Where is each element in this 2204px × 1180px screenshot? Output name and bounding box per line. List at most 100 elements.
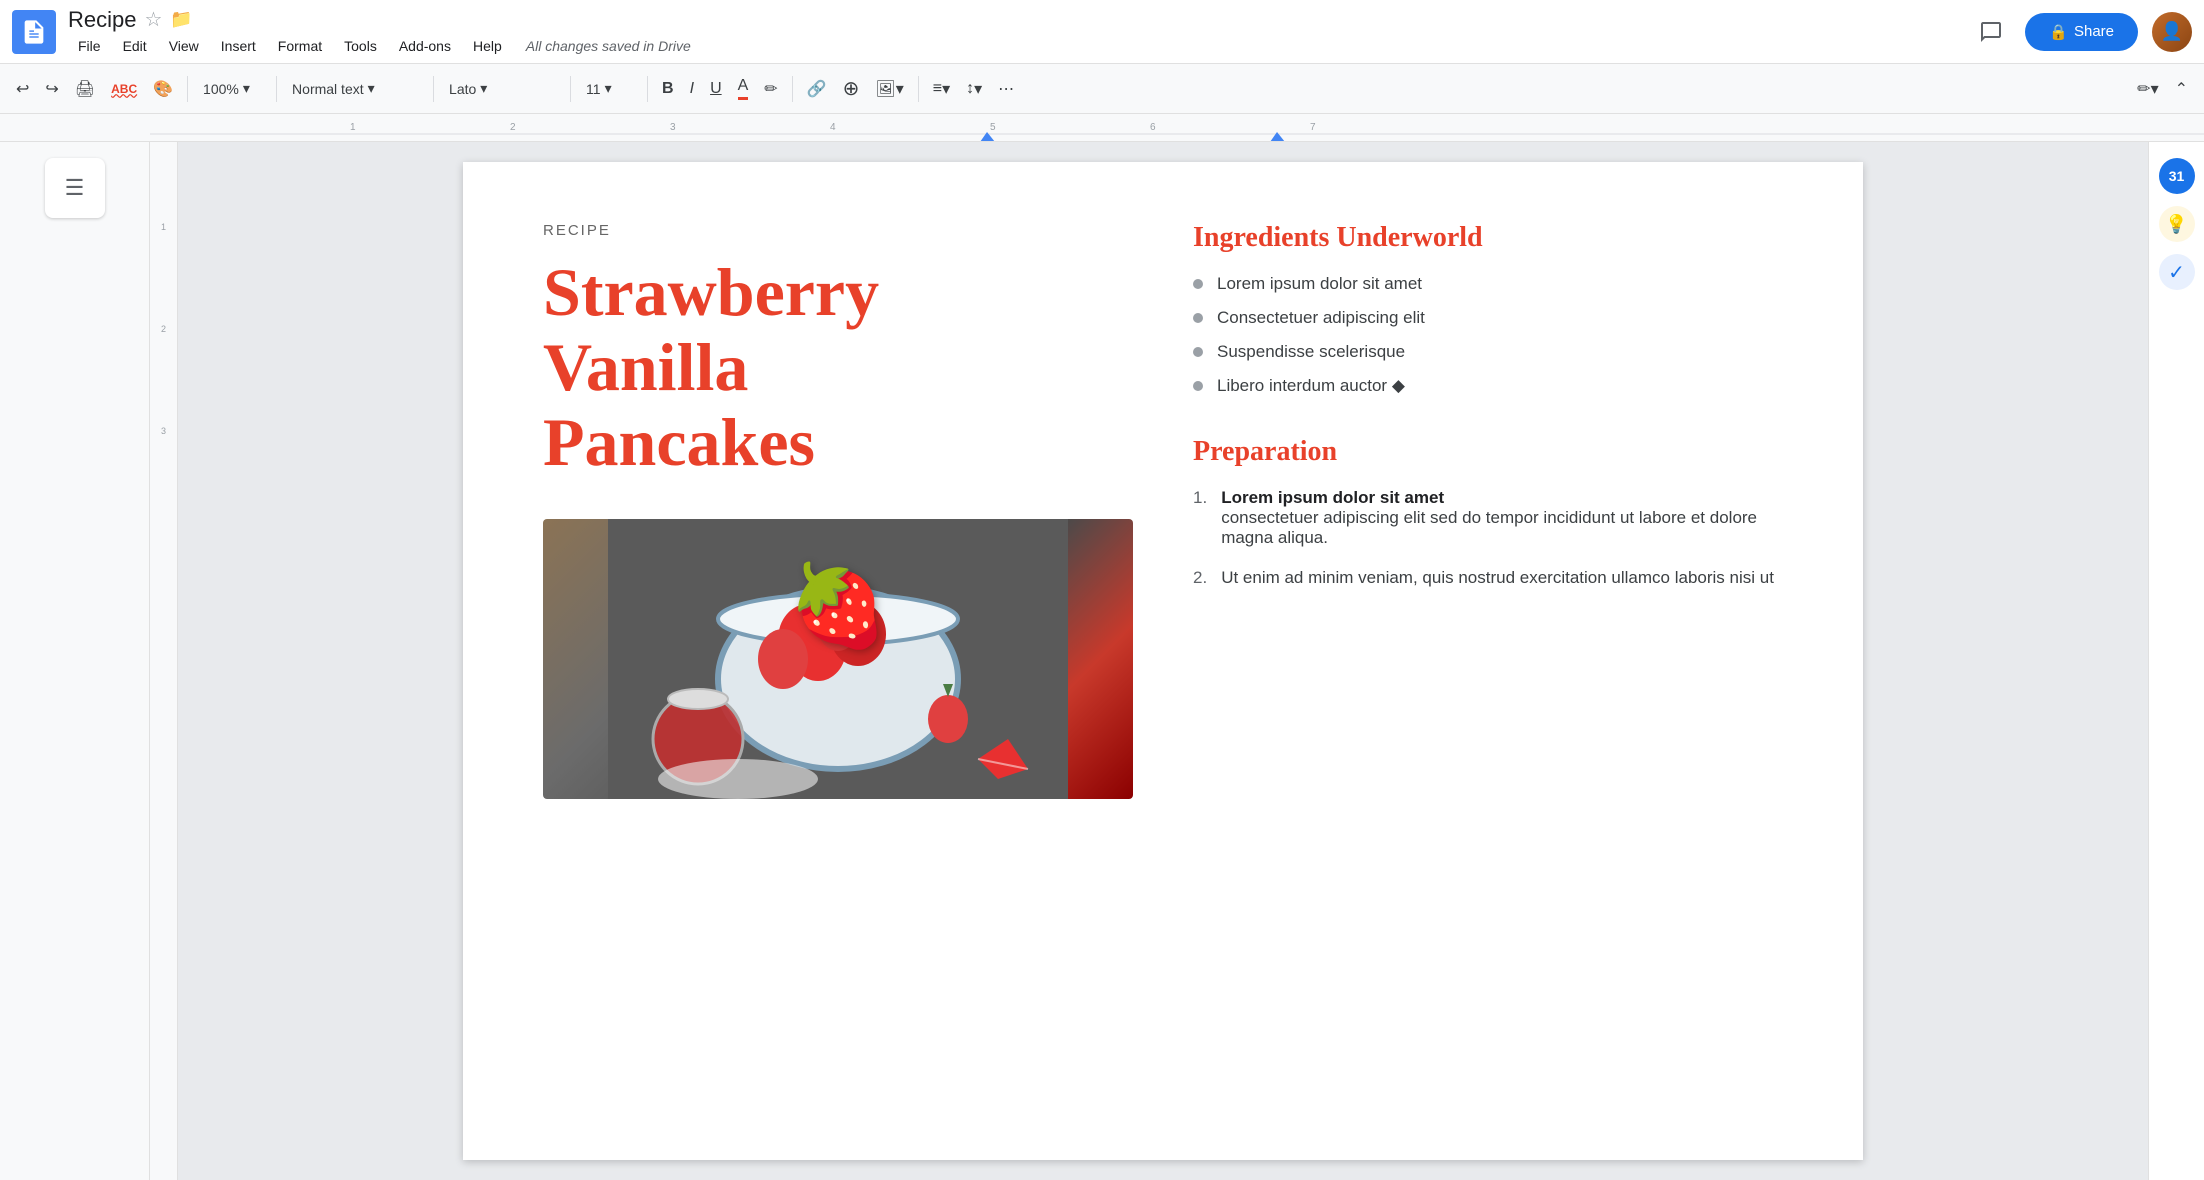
line-spacing-button[interactable]: ↕ ▾ — [960, 72, 988, 106]
ingredients-heading: Ingredients Underworld — [1193, 222, 1783, 254]
svg-text:1: 1 — [350, 122, 356, 133]
menu-addons[interactable]: Add-ons — [389, 35, 461, 57]
collapse-toolbar-button[interactable]: ⌃ — [2169, 72, 2194, 106]
calendar-button[interactable]: 31 — [2159, 158, 2195, 194]
top-right: 🔒 Share 👤 — [1971, 12, 2192, 52]
list-item: Lorem ipsum dolor sit amet — [1193, 274, 1783, 294]
paint-format-button[interactable]: 🎨 — [147, 72, 179, 106]
saved-status: All changes saved in Drive — [526, 38, 691, 54]
bold-button[interactable]: B — [656, 72, 680, 106]
more-button[interactable]: ⋯ — [992, 72, 1020, 106]
align-icon: ≡ — [933, 80, 942, 98]
svg-text:3: 3 — [670, 122, 676, 133]
insert-icon: ⊕ — [843, 76, 860, 101]
menu-format[interactable]: Format — [268, 35, 332, 57]
list-item: Suspendisse scelerisque — [1193, 342, 1783, 362]
preparation-section: Preparation 1. Lorem ipsum dolor sit ame… — [1193, 436, 1783, 588]
image-chevron-icon: ▾ — [896, 79, 904, 99]
divider-5 — [647, 76, 648, 102]
lock-icon: 🔒 — [2049, 23, 2068, 41]
text-color-button[interactable]: A — [732, 72, 755, 106]
title-line1: Strawberry — [543, 254, 879, 330]
prep-number: 2. — [1193, 568, 1207, 588]
link-button[interactable]: 🔗 — [801, 72, 833, 106]
document-scroll-area[interactable]: RECIPE Strawberry Vanilla Pancakes — [178, 142, 2148, 1180]
spell-check-button[interactable]: ABC — [105, 72, 143, 106]
check-icon: ✓ — [2168, 260, 2185, 285]
image-button[interactable]: 🖼 ▾ — [869, 72, 909, 106]
check-button[interactable]: ✓ — [2159, 254, 2195, 290]
italic-button[interactable]: I — [684, 72, 700, 106]
divider-1 — [187, 76, 188, 102]
style-select[interactable]: Normal text ▾ — [285, 72, 425, 106]
menu-edit[interactable]: Edit — [113, 35, 157, 57]
bulb-icon: 💡 — [2165, 214, 2187, 235]
menu-file[interactable]: File — [68, 35, 111, 57]
align-button[interactable]: ≡ ▾ — [927, 72, 956, 106]
insert-comment-button[interactable]: ⊕ — [837, 72, 866, 106]
bulb-button[interactable]: 💡 — [2159, 206, 2195, 242]
prep-body: consectetuer adipiscing elit sed do temp… — [1221, 508, 1757, 547]
zoom-select[interactable]: 100% ▾ — [196, 72, 268, 106]
prep-text: Ut enim ad minim veniam, quis nostrud ex… — [1221, 568, 1774, 588]
bullet-icon — [1193, 347, 1203, 357]
bullet-icon — [1193, 381, 1203, 391]
collapse-icon: ⌃ — [2175, 79, 2188, 99]
image-icon: 🖼 — [875, 79, 895, 99]
list-item: 1. Lorem ipsum dolor sit amet consectetu… — [1193, 488, 1783, 548]
toolbar: ↩ ↪ 🖨 ABC 🎨 100% ▾ Normal text ▾ Lato ▾ … — [0, 64, 2204, 114]
app-icon[interactable] — [12, 10, 56, 54]
undo-button[interactable]: ↩ — [10, 72, 35, 106]
title-row: Recipe ☆ 📁 — [68, 7, 1971, 33]
print-icon: 🖨 — [75, 79, 95, 99]
menu-view[interactable]: View — [159, 35, 209, 57]
pen-button[interactable]: ✏ ▾ — [2131, 72, 2164, 106]
prep-number: 1. — [1193, 488, 1207, 548]
menu-help[interactable]: Help — [463, 35, 512, 57]
recipe-title: Strawberry Vanilla Pancakes — [543, 255, 1133, 479]
style-chevron-icon: ▾ — [368, 80, 375, 97]
share-label: Share — [2074, 23, 2114, 40]
recipe-label: RECIPE — [543, 222, 1133, 239]
menu-row: File Edit View Insert Format Tools Add-o… — [68, 35, 1971, 57]
top-bar: Recipe ☆ 📁 File Edit View Insert Format … — [0, 0, 2204, 64]
redo-button[interactable]: ↪ — [39, 72, 64, 106]
size-chevron-icon: ▾ — [605, 80, 612, 97]
divider-4 — [570, 76, 571, 102]
underline-icon: U — [710, 80, 722, 98]
calendar-label: 31 — [2169, 168, 2185, 184]
document-title[interactable]: Recipe — [68, 7, 136, 33]
line-spacing-chevron-icon: ▾ — [974, 79, 982, 99]
v-ruler-mark-1: 1 — [161, 222, 166, 232]
undo-icon: ↩ — [16, 79, 29, 99]
bold-icon: B — [662, 80, 674, 98]
share-button[interactable]: 🔒 Share — [2025, 13, 2138, 51]
highlight-button[interactable]: ✏ — [758, 72, 783, 106]
prep-bold: Lorem ipsum dolor sit amet — [1221, 488, 1444, 507]
left-column: RECIPE Strawberry Vanilla Pancakes — [543, 222, 1133, 1100]
print-button[interactable]: 🖨 — [69, 72, 101, 106]
svg-text:4: 4 — [830, 122, 836, 133]
star-icon[interactable]: ☆ — [144, 7, 162, 32]
align-chevron-icon: ▾ — [942, 79, 950, 99]
user-avatar[interactable]: 👤 — [2152, 12, 2192, 52]
outline-button[interactable]: ☰ — [45, 158, 105, 218]
underline-button[interactable]: U — [704, 72, 728, 106]
font-chevron-icon: ▾ — [480, 80, 487, 97]
preparation-list: 1. Lorem ipsum dolor sit amet consectetu… — [1193, 488, 1783, 588]
italic-icon: I — [690, 80, 694, 98]
font-select[interactable]: Lato ▾ — [442, 72, 562, 106]
menu-insert[interactable]: Insert — [211, 35, 266, 57]
font-size-select[interactable]: 11 ▾ — [579, 72, 639, 106]
divider-2 — [276, 76, 277, 102]
folder-icon[interactable]: 📁 — [170, 9, 192, 30]
divider-7 — [918, 76, 919, 102]
list-item: Consectetuer adipiscing elit — [1193, 308, 1783, 328]
divider-6 — [792, 76, 793, 102]
comments-button[interactable] — [1971, 12, 2011, 52]
font-size-value: 11 — [586, 81, 601, 97]
divider-3 — [433, 76, 434, 102]
menu-tools[interactable]: Tools — [334, 35, 387, 57]
link-icon: 🔗 — [807, 79, 827, 99]
ingredient-list: Lorem ipsum dolor sit amet Consectetuer … — [1193, 274, 1783, 396]
